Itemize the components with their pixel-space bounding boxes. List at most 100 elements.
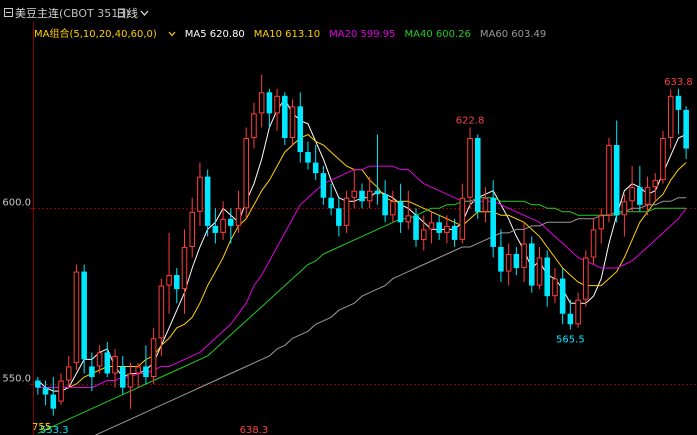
candle-body bbox=[637, 187, 643, 205]
candle-body bbox=[220, 218, 226, 233]
candle-body bbox=[181, 246, 188, 290]
candle-body bbox=[282, 95, 288, 138]
candle-body bbox=[660, 137, 666, 181]
ma-legend: MA组合(5,10,20,40,60,0) MA5 620.80 MA10 613.… bbox=[34, 25, 555, 40]
candle-body bbox=[228, 218, 234, 226]
candle-body bbox=[328, 197, 334, 209]
candle-body bbox=[312, 162, 319, 174]
candle-body bbox=[444, 225, 450, 233]
candle-body bbox=[197, 176, 203, 212]
candle-body bbox=[274, 95, 280, 114]
minus-box-icon[interactable] bbox=[4, 8, 13, 17]
y-tick-label: 600.0 bbox=[2, 198, 31, 209]
candle-body bbox=[359, 190, 365, 202]
candle-body bbox=[459, 197, 466, 240]
legend-ma60: MA60 603.49 bbox=[479, 29, 547, 40]
candle-body bbox=[189, 211, 195, 247]
candle-body bbox=[297, 106, 304, 153]
candle-body bbox=[683, 109, 689, 149]
candle-body bbox=[505, 253, 512, 272]
ma-line-ma40 bbox=[37, 197, 687, 434]
candle-body bbox=[135, 366, 141, 374]
candle-body bbox=[405, 215, 412, 223]
candle-body bbox=[366, 190, 373, 202]
candle-body bbox=[351, 190, 358, 198]
candle-body bbox=[575, 299, 581, 325]
candle-body bbox=[606, 145, 612, 216]
candle-body bbox=[413, 215, 419, 240]
y-tick-label: 550.0 bbox=[2, 374, 31, 385]
candle-body bbox=[598, 215, 605, 230]
candle-body bbox=[559, 278, 566, 314]
chevron-down-icon bbox=[168, 31, 176, 37]
legend-ma40: MA40 600.26 bbox=[404, 29, 471, 40]
candle-body bbox=[158, 285, 165, 339]
candle-body bbox=[374, 190, 381, 195]
period-selector[interactable]: 日线 bbox=[116, 5, 149, 21]
candle-body bbox=[112, 355, 118, 374]
candle-body bbox=[621, 201, 628, 216]
candle-body bbox=[343, 197, 350, 226]
extreme-price-label: 633.8 bbox=[664, 77, 693, 88]
candle-body bbox=[467, 137, 473, 198]
extreme-price-label: 638.3 bbox=[240, 425, 269, 435]
candle-body bbox=[127, 373, 134, 388]
candle-body bbox=[150, 338, 157, 378]
candle-body bbox=[336, 208, 342, 226]
ma-group-selector[interactable]: MA组合(5,10,20,40,60,0) bbox=[34, 29, 176, 40]
candle-body bbox=[667, 95, 674, 138]
extreme-price-label: 622.8 bbox=[456, 115, 485, 126]
chart-titlebar: 美豆主连(CBOT 3513) 日线 bbox=[0, 0, 697, 22]
candle-body bbox=[451, 225, 458, 240]
candle-body bbox=[590, 229, 597, 258]
price-chart[interactable]: 600.0550.0638.3622.8565.5633.8553.3755 bbox=[0, 22, 697, 435]
candle-body bbox=[675, 95, 682, 110]
candle-body bbox=[243, 137, 250, 209]
candle-body bbox=[50, 394, 57, 409]
legend-ma20: MA20 599.95 bbox=[329, 29, 396, 40]
candle-body bbox=[529, 243, 535, 286]
candle-body bbox=[320, 173, 327, 198]
candle-body bbox=[544, 257, 551, 297]
ma-group-label: MA组合(5,10,20,40,60,0) bbox=[34, 29, 157, 40]
candle-body bbox=[251, 113, 257, 138]
candle-body bbox=[143, 366, 149, 378]
legend-ma5: MA5 620.80 bbox=[184, 29, 245, 40]
candle-body bbox=[613, 145, 620, 216]
candle-body bbox=[513, 253, 520, 269]
extreme-price-label: 565.5 bbox=[556, 335, 585, 346]
candle-body bbox=[482, 197, 489, 212]
extreme-price-label: 755 bbox=[32, 422, 51, 433]
candle-body bbox=[65, 366, 72, 381]
candle-body bbox=[204, 176, 211, 226]
candle-body bbox=[583, 257, 589, 300]
candle-body bbox=[166, 275, 172, 286]
candle-body bbox=[521, 243, 527, 269]
candle-body bbox=[382, 194, 388, 216]
candle-body bbox=[258, 92, 265, 114]
candle-body bbox=[35, 380, 41, 388]
candle-body bbox=[428, 222, 435, 230]
symbol-label[interactable]: 美豆主连(CBOT 3513) bbox=[4, 5, 130, 21]
candle-body bbox=[212, 225, 219, 233]
symbol-name: 美豆主连 bbox=[15, 7, 59, 20]
candle-body bbox=[536, 257, 543, 286]
candle-body bbox=[305, 152, 311, 163]
candle-body bbox=[390, 201, 396, 216]
legend-ma10: MA10 613.10 bbox=[253, 29, 321, 40]
candle-body bbox=[498, 246, 504, 272]
candle-body bbox=[552, 278, 558, 297]
candle-body bbox=[474, 137, 481, 212]
candle-body bbox=[73, 271, 80, 363]
candle-body bbox=[644, 187, 651, 205]
candle-body bbox=[567, 313, 574, 325]
candle-body bbox=[629, 187, 635, 202]
candle-body bbox=[58, 380, 64, 402]
candle-body bbox=[436, 222, 442, 233]
candle-body bbox=[173, 275, 180, 290]
kline-chart-window: 美豆主连(CBOT 3513) 日线 600.0 550.0 638.3 622.8 5… bbox=[0, 0, 697, 435]
ma-line-ma60 bbox=[94, 197, 687, 435]
candle-body bbox=[96, 352, 103, 367]
candle-body bbox=[652, 180, 659, 188]
candle-body bbox=[490, 197, 496, 247]
